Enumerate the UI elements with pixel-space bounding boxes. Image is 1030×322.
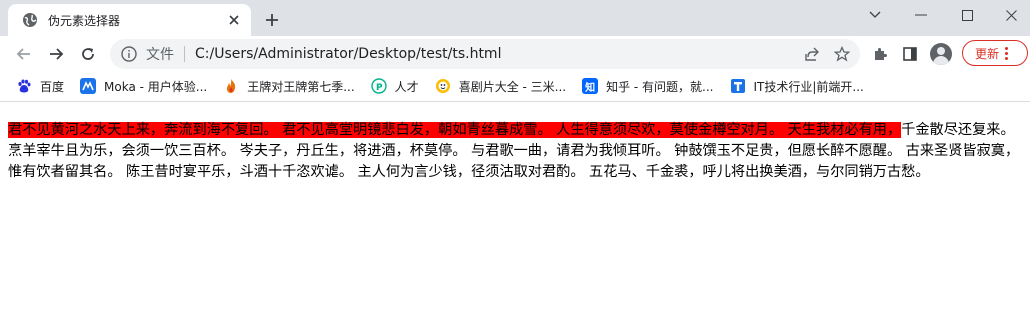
tab-strip: 伪元素选择器 [0, 0, 1030, 36]
tab-close-icon[interactable] [225, 11, 243, 29]
svg-text:P: P [376, 83, 383, 93]
bookmark-item[interactable]: 百度 [16, 78, 64, 95]
avatar-body [933, 56, 949, 65]
bookmark-star-icon[interactable] [830, 42, 854, 66]
bookmark-item[interactable]: IT技术行业|前端开... [730, 78, 864, 95]
maximize-button[interactable] [944, 0, 990, 30]
profile-avatar[interactable] [930, 43, 952, 65]
update-button[interactable]: 更新 [962, 40, 1028, 66]
bookmark-label: Moka - 用户体验... [104, 79, 208, 94]
omnibox-separator [184, 46, 185, 62]
browser-toolbar: 文件 C:/Users/Administrator/Desktop/test/t… [0, 36, 1030, 72]
poem-paragraph: 君不见黄河之水天上来，奔流到海不复回。 君不见高堂明镜悲白发，朝如青丝暮成雪。 … [8, 120, 1022, 183]
toolbar-divider [0, 101, 1030, 102]
share-icon[interactable] [800, 42, 824, 66]
bookmark-item[interactable]: 喜剧片大全 - 三米... [435, 78, 566, 95]
bookmark-label: IT技术行业|前端开... [753, 79, 864, 94]
zhihu-icon: 知 [582, 78, 599, 94]
close-window-button[interactable] [988, 0, 1030, 30]
globe-icon [22, 12, 38, 28]
bookmark-item[interactable]: 王牌对王牌第七季... [223, 78, 355, 95]
bookmark-item[interactable]: Moka - 用户体验... [80, 78, 207, 95]
url-scheme-label: 文件 [146, 47, 174, 63]
bookmark-item[interactable]: P 人才 [370, 78, 419, 95]
lagou-icon: P [370, 78, 387, 94]
update-label: 更新 [975, 46, 1000, 61]
baidu-paw-icon [16, 78, 32, 94]
minimize-button[interactable] [898, 0, 944, 30]
bookmark-label: 王牌对王牌第七季... [247, 79, 355, 94]
it-icon [730, 78, 746, 94]
forward-button[interactable] [42, 40, 70, 68]
side-panel-icon[interactable] [896, 40, 924, 68]
avatar-head [937, 47, 945, 55]
new-tab-button[interactable] [260, 8, 284, 32]
bookmark-label: 知乎 - 有问题，就... [606, 79, 714, 94]
first-line-highlight: 君不见黄河之水天上来，奔流到海不复回。 君不见高堂明镜悲白发，朝如青丝暮成雪。 … [8, 122, 902, 138]
bookmarks-bar: 百度 Moka - 用户体验... 王牌对王牌第七季... P 人才 喜剧片大全… [0, 72, 1030, 100]
bookmark-label: 喜剧片大全 - 三米... [458, 79, 567, 94]
tab-title: 伪元素选择器 [48, 13, 121, 28]
url-text[interactable]: C:/Users/Administrator/Desktop/test/ts.h… [195, 46, 501, 62]
tab-search-icon[interactable] [852, 0, 898, 30]
smiley-icon [435, 78, 451, 94]
address-bar[interactable]: 文件 C:/Users/Administrator/Desktop/test/t… [110, 39, 860, 69]
more-menu-icon [1005, 46, 1009, 60]
info-icon[interactable] [120, 45, 138, 63]
bookmark-label: 百度 [40, 79, 65, 94]
reload-button[interactable] [74, 40, 102, 68]
flame-icon [223, 78, 239, 94]
moka-icon [80, 78, 97, 94]
bookmark-label: 人才 [394, 79, 419, 94]
extensions-puzzle-icon[interactable] [866, 40, 894, 68]
bookmark-item[interactable]: 知 知乎 - 有问题，就... [582, 78, 714, 95]
page-content: 君不见黄河之水天上来，奔流到海不复回。 君不见高堂明镜悲白发，朝如青丝暮成雪。 … [8, 120, 1022, 183]
tab-active[interactable]: 伪元素选择器 [8, 4, 251, 36]
back-button[interactable] [10, 40, 38, 68]
